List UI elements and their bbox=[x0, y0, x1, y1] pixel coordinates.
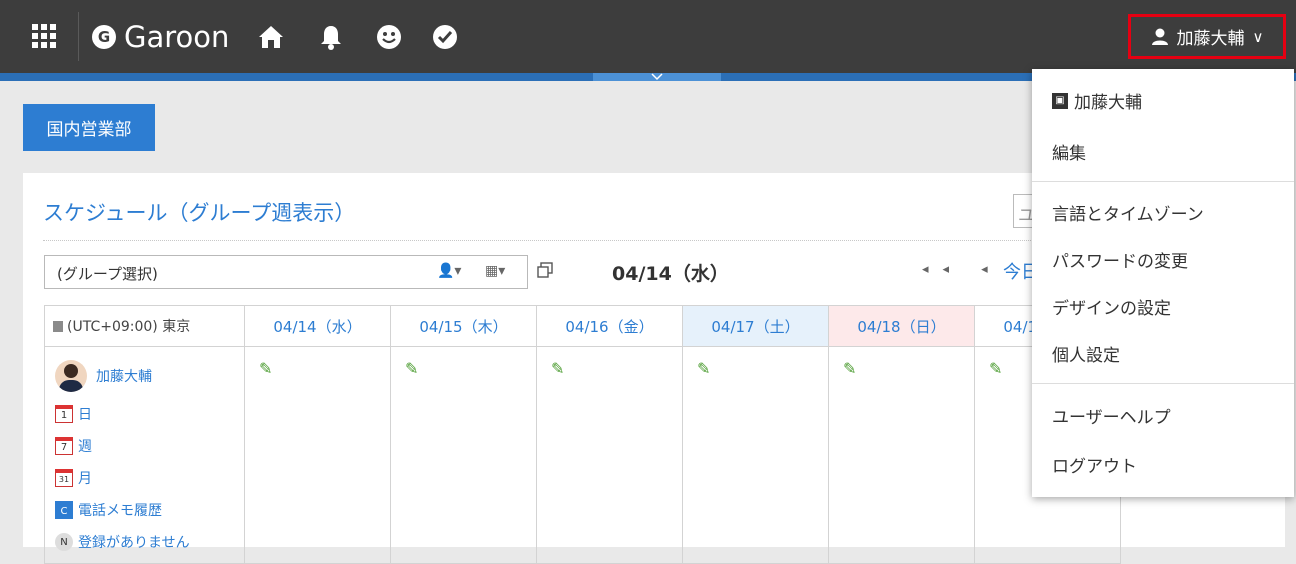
calendar-day-icon: 1 bbox=[55, 405, 73, 423]
user-menu-button[interactable]: 加藤大輔 ∨ bbox=[1128, 14, 1286, 59]
home-icon[interactable] bbox=[256, 24, 286, 50]
table-header-row: (UTC+09:00) 東京 04/14（水） 04/15（木） 04/16（金… bbox=[44, 305, 1121, 347]
link-label: 登録がありません bbox=[78, 535, 190, 551]
link-label: 週 bbox=[78, 439, 92, 455]
day-header-saturday[interactable]: 04/17（土） bbox=[682, 305, 829, 347]
facility-picker-icon[interactable]: ▦▾ bbox=[485, 263, 505, 279]
smiley-icon[interactable] bbox=[376, 24, 402, 50]
garoon-logo[interactable]: G Garoon bbox=[92, 20, 229, 54]
add-schedule-icon[interactable]: ✎ bbox=[843, 359, 856, 378]
phone-memo-icon: C bbox=[55, 501, 73, 519]
presence-link[interactable]: N 登録がありません bbox=[55, 531, 244, 553]
month-view-link[interactable]: 31 月 bbox=[55, 467, 244, 489]
chevron-down-icon: ∨ bbox=[1252, 27, 1264, 46]
user-name: 加藤大輔 bbox=[1176, 29, 1245, 49]
add-schedule-icon[interactable]: ✎ bbox=[551, 359, 564, 378]
day-cell[interactable]: ✎ bbox=[682, 346, 829, 564]
chevron-down-icon bbox=[651, 73, 663, 81]
menu-item-personal-settings[interactable]: 個人設定 bbox=[1052, 341, 1120, 366]
department-button[interactable]: 国内営業部 bbox=[23, 104, 155, 151]
garoon-logo-icon: G bbox=[92, 25, 116, 49]
link-label: 月 bbox=[78, 471, 92, 487]
current-date: 04/14（水） bbox=[612, 263, 729, 285]
user-row: 加藤大輔 1日 7週 31 月 C 電話メモ履歴 N 登録がありません ✎ ✎ ✎ ✎… bbox=[44, 346, 1121, 564]
menu-divider bbox=[1032, 383, 1294, 384]
menu-item-design[interactable]: デザインの設定 bbox=[1052, 294, 1171, 319]
menu-item-profile[interactable]: ▣ 加藤大輔 bbox=[1052, 88, 1142, 113]
group-select-value: (グループ選択) bbox=[57, 265, 158, 283]
add-schedule-icon[interactable]: ✎ bbox=[989, 359, 1002, 378]
row-user-name[interactable]: 加藤大輔 bbox=[96, 366, 152, 386]
check-badge-icon[interactable] bbox=[432, 24, 458, 50]
avatar bbox=[55, 360, 87, 392]
popup-window-icon[interactable] bbox=[537, 262, 553, 278]
user-dropdown-menu: ▣ 加藤大輔 編集 言語とタイムゾーン パスワードの変更 デザインの設定 個人設… bbox=[1032, 69, 1294, 497]
profile-card-icon: ▣ bbox=[1052, 92, 1068, 109]
menu-divider bbox=[1032, 181, 1294, 182]
user-picker-icon[interactable]: 👤▾ bbox=[437, 263, 461, 279]
day-header[interactable]: 04/15（木） bbox=[390, 305, 537, 347]
user-name-row[interactable]: 加藤大輔 bbox=[55, 359, 244, 393]
menu-item-label: 加藤大輔 bbox=[1074, 93, 1142, 113]
day-cell[interactable]: ✎ bbox=[390, 346, 537, 564]
phone-memo-link[interactable]: C 電話メモ履歴 bbox=[55, 499, 244, 521]
timezone-header: (UTC+09:00) 東京 bbox=[44, 305, 245, 347]
day-cell[interactable]: ✎ bbox=[828, 346, 975, 564]
presence-icon: N bbox=[55, 533, 73, 551]
day-header-sunday[interactable]: 04/18（日） bbox=[828, 305, 975, 347]
header-divider bbox=[78, 12, 79, 61]
add-schedule-icon[interactable]: ✎ bbox=[697, 359, 710, 378]
week-view-link[interactable]: 7週 bbox=[55, 435, 244, 457]
bell-icon[interactable] bbox=[318, 22, 344, 52]
menu-item-language-timezone[interactable]: 言語とタイムゾーン bbox=[1052, 200, 1204, 225]
group-select[interactable]: (グループ選択) 👤▾ ▦▾ bbox=[44, 255, 528, 289]
app-name: Garoon bbox=[124, 20, 230, 54]
user-cell: 加藤大輔 1日 7週 31 月 C 電話メモ履歴 N 登録がありません bbox=[44, 346, 245, 564]
day-cell[interactable]: ✎ bbox=[536, 346, 683, 564]
portlet-title[interactable]: スケジュール（グループ週表示） bbox=[43, 197, 355, 227]
title-divider bbox=[43, 240, 1033, 241]
day-view-link[interactable]: 1日 bbox=[55, 403, 244, 425]
day-cell[interactable]: ✎ bbox=[244, 346, 391, 564]
user-icon bbox=[1151, 28, 1168, 45]
add-schedule-icon[interactable]: ✎ bbox=[259, 359, 272, 378]
add-schedule-icon[interactable]: ✎ bbox=[405, 359, 418, 378]
day-header[interactable]: 04/16（金） bbox=[536, 305, 683, 347]
link-label: 電話メモ履歴 bbox=[78, 503, 162, 519]
week-nav-arrows[interactable]: ◂◂ ◂ bbox=[922, 262, 1002, 277]
collapse-header-tab[interactable] bbox=[593, 73, 721, 81]
group-week-table: (UTC+09:00) 東京 04/14（水） 04/15（木） 04/16（金… bbox=[44, 305, 1121, 564]
menu-item-user-help[interactable]: ユーザーヘルプ bbox=[1052, 403, 1171, 428]
day-header[interactable]: 04/14（水） bbox=[244, 305, 391, 347]
apps-grid-icon[interactable] bbox=[30, 22, 58, 50]
menu-item-edit[interactable]: 編集 bbox=[1052, 139, 1086, 164]
menu-item-password[interactable]: パスワードの変更 bbox=[1052, 247, 1188, 272]
link-label: 日 bbox=[78, 407, 92, 423]
calendar-week-icon: 7 bbox=[55, 437, 73, 455]
menu-item-logout[interactable]: ログアウト bbox=[1052, 452, 1137, 477]
timezone-icon bbox=[53, 321, 63, 332]
timezone-label: (UTC+09:00) 東京 bbox=[67, 319, 191, 335]
calendar-month-icon: 31 bbox=[55, 469, 73, 487]
